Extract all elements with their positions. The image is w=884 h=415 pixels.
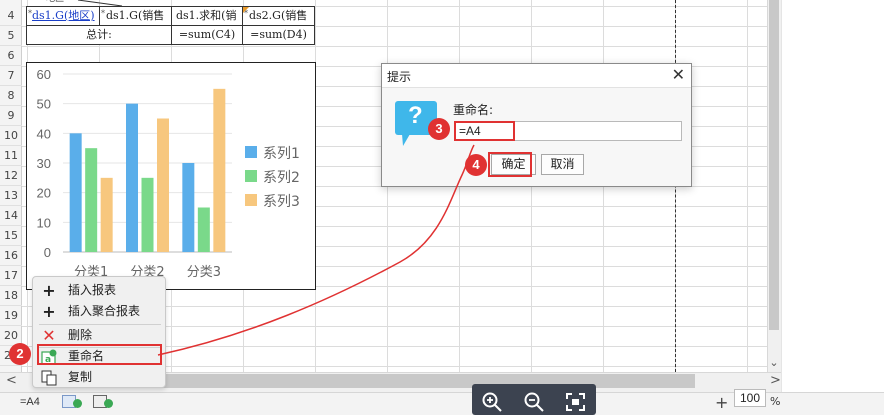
step-badge-2: 2 xyxy=(9,343,31,365)
step-badge-4: 4 xyxy=(465,154,487,176)
highlight-rename-menu xyxy=(37,344,162,365)
highlight-confirm-button xyxy=(488,152,532,177)
step-badge-3: 3 xyxy=(428,118,450,140)
highlight-rename-input xyxy=(454,121,515,141)
